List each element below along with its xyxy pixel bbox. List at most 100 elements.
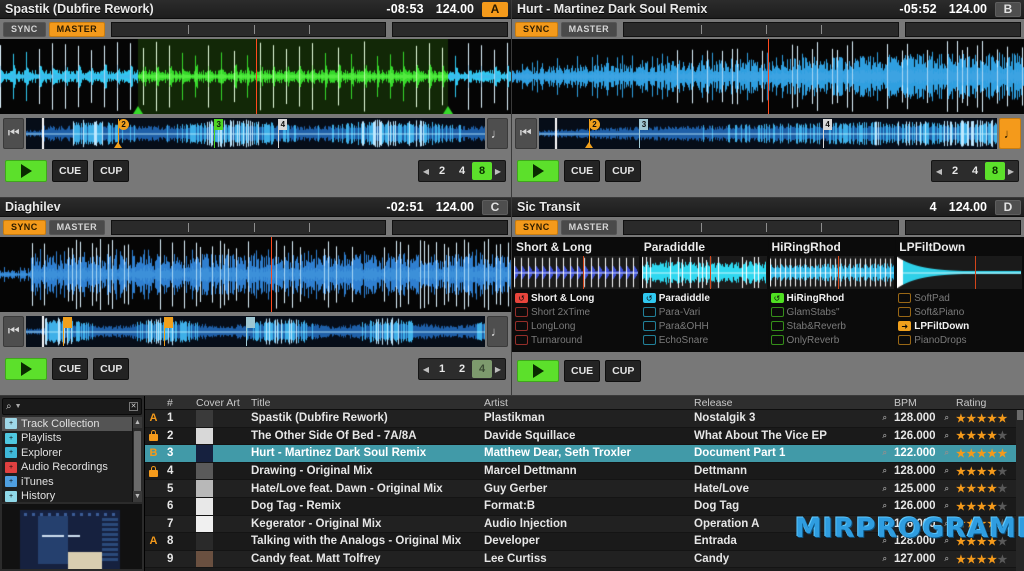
rating-stars[interactable]: ★★★★★ — [956, 535, 1008, 548]
loop-size-1[interactable]: 1 — [432, 360, 452, 378]
chevron-down-icon[interactable]: ▼ — [15, 403, 22, 410]
deck-c-letter[interactable]: C — [482, 199, 508, 215]
sidebar-item-explorer[interactable]: + Explorer — [2, 446, 142, 461]
deck-b-phase-meter[interactable] — [623, 21, 899, 37]
sample-slot-0-cell-3[interactable]: ↺ Turnaround — [513, 333, 640, 347]
loop-size-4[interactable]: 4 — [965, 162, 985, 180]
sample-slot-3-cell-0[interactable]: ➜ SoftPad — [896, 291, 1023, 305]
tree-scrollbar[interactable]: ▲ ▼ — [132, 416, 142, 503]
rating-stars[interactable]: ★★★★★ — [956, 447, 1008, 460]
sample-slot-1-cell-1[interactable]: ↺ Para-Vari — [641, 305, 768, 319]
sidebar-item-history[interactable]: + History — [2, 489, 142, 502]
deck-a-loop-size-selector[interactable]: ◀ 2 4 8 ▶ — [418, 160, 506, 182]
deck-a-cue-button[interactable]: CUE — [52, 160, 89, 182]
search-in-column-icon[interactable]: ⌕ — [945, 554, 949, 564]
sample-slot-2-cell-3[interactable]: ↺ OnlyReverb — [769, 333, 896, 347]
loop-size-2[interactable]: 2 — [432, 162, 452, 180]
deck-c-master-button[interactable]: MASTER — [48, 219, 106, 235]
sidebar-item-playlists[interactable]: + Playlists — [2, 431, 142, 446]
deck-d-letter[interactable]: D — [995, 199, 1021, 215]
table-row[interactable]: 2 The Other Side Of Bed - 7A/8A Davide Squ… — [145, 427, 1024, 446]
search-in-column-icon[interactable]: ⌕ — [883, 536, 887, 546]
track-scroll-thumb[interactable] — [1017, 410, 1023, 420]
deck-c-loop-size-selector[interactable]: ◀ 1 2 4 ▶ — [418, 358, 506, 380]
deck-a-rewind-icon[interactable]: ⏮ — [3, 117, 25, 149]
deck-b-waveform[interactable] — [512, 39, 1024, 114]
deck-c-key-icon[interactable]: ♩ — [486, 315, 508, 347]
column-header-bpm[interactable]: BPM — [890, 396, 952, 409]
sidebar-item-audio-recordings[interactable]: + Audio Recordings — [2, 460, 142, 475]
deck-a-key-icon[interactable]: ♩ — [486, 117, 508, 149]
deck-a-sync-button[interactable]: SYNC — [3, 21, 46, 37]
deck-d-tempo-meter[interactable] — [905, 219, 1021, 235]
deck-a-master-button[interactable]: MASTER — [48, 21, 106, 37]
sample-slot-0[interactable]: Short & Long ↺ Short & Long ↺ Short 2xTime ↺ L… — [513, 238, 640, 351]
table-row[interactable]: 9 Candy feat. Matt Tolfrey Lee Curtiss Cand… — [145, 550, 1024, 569]
column-header-number[interactable]: # — [162, 396, 192, 409]
track-list-scrollbar[interactable] — [1016, 410, 1024, 571]
deck-c-phase-meter[interactable] — [111, 219, 386, 235]
deck-c-tempo-meter[interactable] — [392, 219, 508, 235]
deck-b-loop-size-selector[interactable]: ◀ 2 4 8 ▶ — [931, 160, 1019, 182]
loop-prev-icon[interactable]: ◀ — [933, 167, 945, 176]
rating-stars[interactable]: ★★★★★ — [956, 412, 1008, 425]
scroll-down-icon[interactable]: ▼ — [133, 491, 142, 503]
column-header-cover-art[interactable]: Cover Art — [192, 396, 247, 409]
loop-size-2[interactable]: 2 — [452, 360, 472, 378]
deck-b-letter[interactable]: B — [995, 1, 1021, 17]
table-row[interactable]: 5 Hate/Love feat. Dawn - Original Mix Guy … — [145, 480, 1024, 498]
search-in-column-icon[interactable]: ⌕ — [883, 431, 887, 441]
search-in-column-icon[interactable]: ⌕ — [883, 466, 887, 476]
cue-marker-2[interactable]: 2 — [585, 118, 600, 148]
search-in-column-icon[interactable]: ⌕ — [945, 413, 949, 423]
table-row[interactable]: 7 Kegerator - Original Mix Audio Injection… — [145, 515, 1024, 534]
sample-slot-2[interactable]: HiRingRhod ↺ HiRingRhod ↺ GlamStabs" ↺ Stab&Re… — [768, 238, 896, 351]
cue-marker-4[interactable]: 4 — [823, 118, 833, 148]
loop-prev-icon[interactable]: ◀ — [420, 365, 432, 374]
deck-d-cup-button[interactable]: CUP — [605, 360, 642, 382]
deck-d-play-button[interactable] — [517, 360, 559, 382]
deck-c-waveform[interactable] — [0, 237, 511, 312]
deck-a-play-button[interactable] — [5, 160, 47, 182]
loop-size-4[interactable]: 4 — [452, 162, 472, 180]
rating-stars[interactable]: ★★★★★ — [956, 553, 1008, 566]
table-row[interactable]: A 8 Talking with the Analogs - Original Mi… — [145, 533, 1024, 551]
column-header-rating[interactable]: Rating — [952, 396, 1024, 409]
loop-prev-icon[interactable]: ◀ — [420, 167, 432, 176]
deck-a-waveform[interactable] — [0, 39, 511, 114]
sample-slot-2-cell-1[interactable]: ↺ GlamStabs" — [769, 305, 896, 319]
sidebar-item-itunes[interactable]: + iTunes — [2, 475, 142, 490]
search-in-column-icon[interactable]: ⌕ — [945, 431, 949, 441]
search-in-column-icon[interactable]: ⌕ — [883, 413, 887, 423]
sample-slot-3-cell-3[interactable]: ➜ PianoDrops — [896, 333, 1023, 347]
cue-marker-4[interactable]: 4 — [278, 118, 288, 148]
sample-slot-3-cell-2[interactable]: ➜ LPFiltDown — [896, 319, 1023, 333]
search-in-column-icon[interactable]: ⌕ — [883, 484, 887, 494]
deck-c-sync-button[interactable]: SYNC — [3, 219, 46, 235]
deck-c-cup-button[interactable]: CUP — [93, 358, 130, 380]
cue-marker-x[interactable] — [63, 316, 73, 346]
cue-marker-x[interactable] — [163, 316, 173, 346]
column-header-artist[interactable]: Artist — [480, 396, 690, 409]
deck-b-sync-button[interactable]: SYNC — [515, 21, 558, 37]
sample-slot-0-waveform[interactable] — [514, 256, 639, 289]
loop-next-icon[interactable]: ▶ — [1005, 167, 1017, 176]
search-field[interactable]: ⌕ ▼ ✕ — [2, 398, 142, 415]
search-in-column-icon[interactable]: ⌕ — [883, 519, 887, 529]
sample-slot-0-cell-2[interactable]: ↺ LongLong — [513, 319, 640, 333]
table-row[interactable]: 4 Drawing - Original Mix Marcel Dettmann De… — [145, 462, 1024, 481]
deck-c-cue-button[interactable]: CUE — [52, 358, 89, 380]
sample-slot-3-waveform[interactable] — [897, 256, 1022, 289]
rating-stars[interactable]: ★★★★★ — [956, 482, 1008, 495]
deck-a-tempo-meter[interactable] — [392, 21, 508, 37]
loop-size-2[interactable]: 2 — [945, 162, 965, 180]
sample-slot-1-cell-2[interactable]: ↺ Para&OHH — [641, 319, 768, 333]
search-in-column-icon[interactable]: ⌕ — [883, 448, 887, 458]
cue-marker-2[interactable]: 2 — [114, 118, 130, 148]
sample-slot-1[interactable]: Paradiddle ↺ Paradiddle ↺ Para-Vari ↺ Para&OHH… — [640, 238, 768, 351]
deck-a-letter[interactable]: A — [482, 1, 508, 17]
column-header-title[interactable]: Title — [247, 396, 480, 409]
search-in-column-icon[interactable]: ⌕ — [945, 466, 949, 476]
deck-d-phase-meter[interactable] — [623, 219, 899, 235]
search-in-column-icon[interactable]: ⌕ — [945, 536, 949, 546]
